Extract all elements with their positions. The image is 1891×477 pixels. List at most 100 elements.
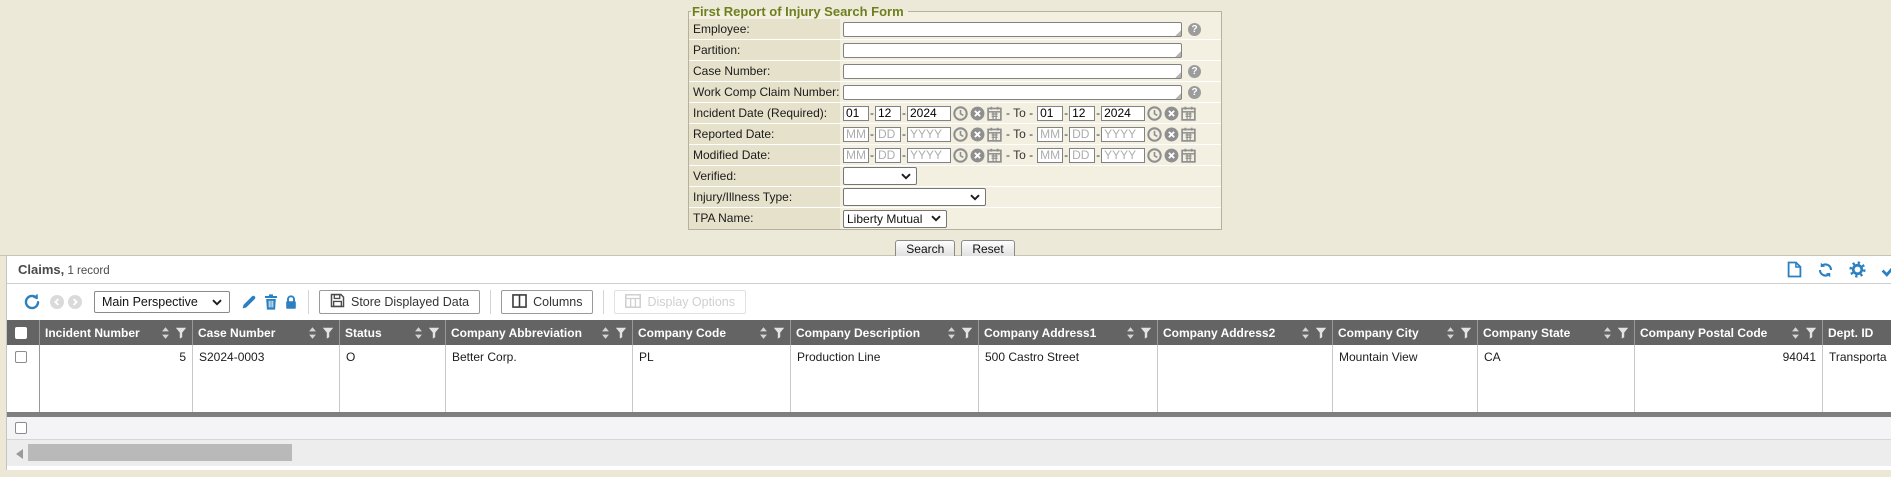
column-header-company-address2[interactable]: Company Address2 [1158, 320, 1333, 345]
column-header-dept-id[interactable]: Dept. ID [1823, 320, 1891, 345]
clear-icon[interactable] [970, 148, 985, 163]
calendar-icon[interactable] [987, 148, 1002, 163]
modified-date-from-month-input[interactable] [843, 148, 869, 163]
column-header-company-description[interactable]: Company Description [791, 320, 979, 345]
filter-icon[interactable] [1460, 327, 1472, 339]
modified-date-to-year-input[interactable] [1101, 148, 1145, 163]
tpa-name-select[interactable]: Liberty Mutual [843, 210, 947, 228]
grid-data-row[interactable]: 5S2024-0003OBetter Corp.PLProduction Lin… [7, 345, 1891, 412]
previous-perspective-button[interactable] [50, 295, 64, 309]
clear-icon[interactable] [970, 127, 985, 142]
filter-icon[interactable] [1315, 327, 1327, 339]
refresh-icon[interactable] [1817, 262, 1834, 278]
settings-icon[interactable] [1849, 261, 1866, 278]
column-header-company-abbreviation[interactable]: Company Abbreviation [446, 320, 633, 345]
sort-icon[interactable] [946, 326, 957, 340]
column-header-company-code[interactable]: Company Code [633, 320, 791, 345]
reported-date-to-day-input[interactable] [1069, 127, 1095, 142]
new-document-icon[interactable] [1787, 261, 1802, 278]
sort-icon[interactable] [758, 326, 769, 340]
sort-icon[interactable] [1445, 326, 1456, 340]
select-all-checkbox[interactable] [15, 327, 27, 339]
clear-icon[interactable] [1164, 148, 1179, 163]
reported-date-to-year-input[interactable] [1101, 127, 1145, 142]
employee-input[interactable] [843, 22, 1182, 37]
time-icon[interactable] [953, 106, 968, 121]
sort-icon[interactable] [1300, 326, 1311, 340]
modified-date-to-day-input[interactable] [1069, 148, 1095, 163]
reported-date-from-month-input[interactable] [843, 127, 869, 142]
sort-icon[interactable] [413, 326, 424, 340]
horizontal-scrollbar[interactable] [7, 440, 1891, 466]
checkmark-icon[interactable] [1881, 262, 1891, 277]
filter-icon[interactable] [175, 327, 187, 339]
time-icon[interactable] [953, 127, 968, 142]
clear-icon[interactable] [1164, 106, 1179, 121]
sort-icon[interactable] [1602, 326, 1613, 340]
time-icon[interactable] [1147, 148, 1162, 163]
reported-date-to-month-input[interactable] [1037, 127, 1063, 142]
column-header-company-city[interactable]: Company City [1333, 320, 1478, 345]
calendar-icon[interactable] [987, 106, 1002, 121]
incident-date-from-year-input[interactable] [907, 106, 951, 121]
verified-select[interactable] [843, 167, 917, 185]
filter-icon[interactable] [615, 327, 627, 339]
time-icon[interactable] [1147, 106, 1162, 121]
incident-date-to-day-input[interactable] [1069, 106, 1095, 121]
help-icon[interactable]: ? [1188, 65, 1201, 78]
scroll-left-arrow-icon[interactable] [16, 449, 23, 459]
edit-perspective-icon[interactable] [241, 294, 257, 310]
sort-icon[interactable] [600, 326, 611, 340]
help-icon[interactable]: ? [1188, 86, 1201, 99]
filter-icon[interactable] [322, 327, 334, 339]
sort-icon[interactable] [1790, 326, 1801, 340]
filter-icon[interactable] [1140, 327, 1152, 339]
work-comp-claim-number-input[interactable] [843, 85, 1182, 100]
lock-perspective-icon[interactable] [284, 294, 298, 310]
incident-date-to-month-input[interactable] [1037, 106, 1063, 121]
perspective-select[interactable]: Main Perspective [94, 291, 230, 313]
filter-icon[interactable] [428, 327, 440, 339]
sort-icon[interactable] [160, 326, 171, 340]
reported-date-from-day-input[interactable] [875, 127, 901, 142]
row-checkbox[interactable] [15, 351, 27, 363]
calendar-icon[interactable] [987, 127, 1002, 142]
calendar-icon[interactable] [1181, 106, 1196, 121]
column-header-company-state[interactable]: Company State [1478, 320, 1635, 345]
sort-icon[interactable] [1125, 326, 1136, 340]
scrollbar-thumb[interactable] [28, 444, 292, 461]
delete-perspective-icon[interactable] [264, 294, 278, 310]
columns-button[interactable]: Columns [501, 290, 593, 314]
filter-icon[interactable] [1805, 327, 1817, 339]
column-header-status[interactable]: Status [340, 320, 446, 345]
incident-date-from-day-input[interactable] [875, 106, 901, 121]
filter-icon[interactable] [961, 327, 973, 339]
injury-illness-type-select[interactable] [843, 188, 986, 206]
clear-icon[interactable] [970, 106, 985, 121]
column-header-company-address1[interactable]: Company Address1 [979, 320, 1158, 345]
modified-date-from-day-input[interactable] [875, 148, 901, 163]
sort-icon[interactable] [307, 326, 318, 340]
footer-row-checkbox[interactable] [15, 422, 27, 434]
incident-date-to-year-input[interactable] [1101, 106, 1145, 121]
case-number-input[interactable] [843, 64, 1182, 79]
time-icon[interactable] [953, 148, 968, 163]
help-icon[interactable]: ? [1188, 23, 1201, 36]
incident-date-from-month-input[interactable] [843, 106, 869, 121]
store-displayed-data-button[interactable]: Store Displayed Data [319, 290, 480, 314]
column-header-case-number[interactable]: Case Number [193, 320, 340, 345]
time-icon[interactable] [1147, 127, 1162, 142]
clear-icon[interactable] [1164, 127, 1179, 142]
next-perspective-button[interactable] [68, 295, 82, 309]
filter-icon[interactable] [1617, 327, 1629, 339]
column-header-company-postal-code[interactable]: Company Postal Code [1635, 320, 1823, 345]
partition-input[interactable] [843, 43, 1182, 58]
column-header-incident-number[interactable]: Incident Number [40, 320, 193, 345]
modified-date-to-month-input[interactable] [1037, 148, 1063, 163]
calendar-icon[interactable] [1181, 127, 1196, 142]
filter-icon[interactable] [773, 327, 785, 339]
reported-date-from-year-input[interactable] [907, 127, 951, 142]
calendar-icon[interactable] [1181, 148, 1196, 163]
modified-date-from-year-input[interactable] [907, 148, 951, 163]
undo-icon[interactable] [23, 293, 41, 311]
